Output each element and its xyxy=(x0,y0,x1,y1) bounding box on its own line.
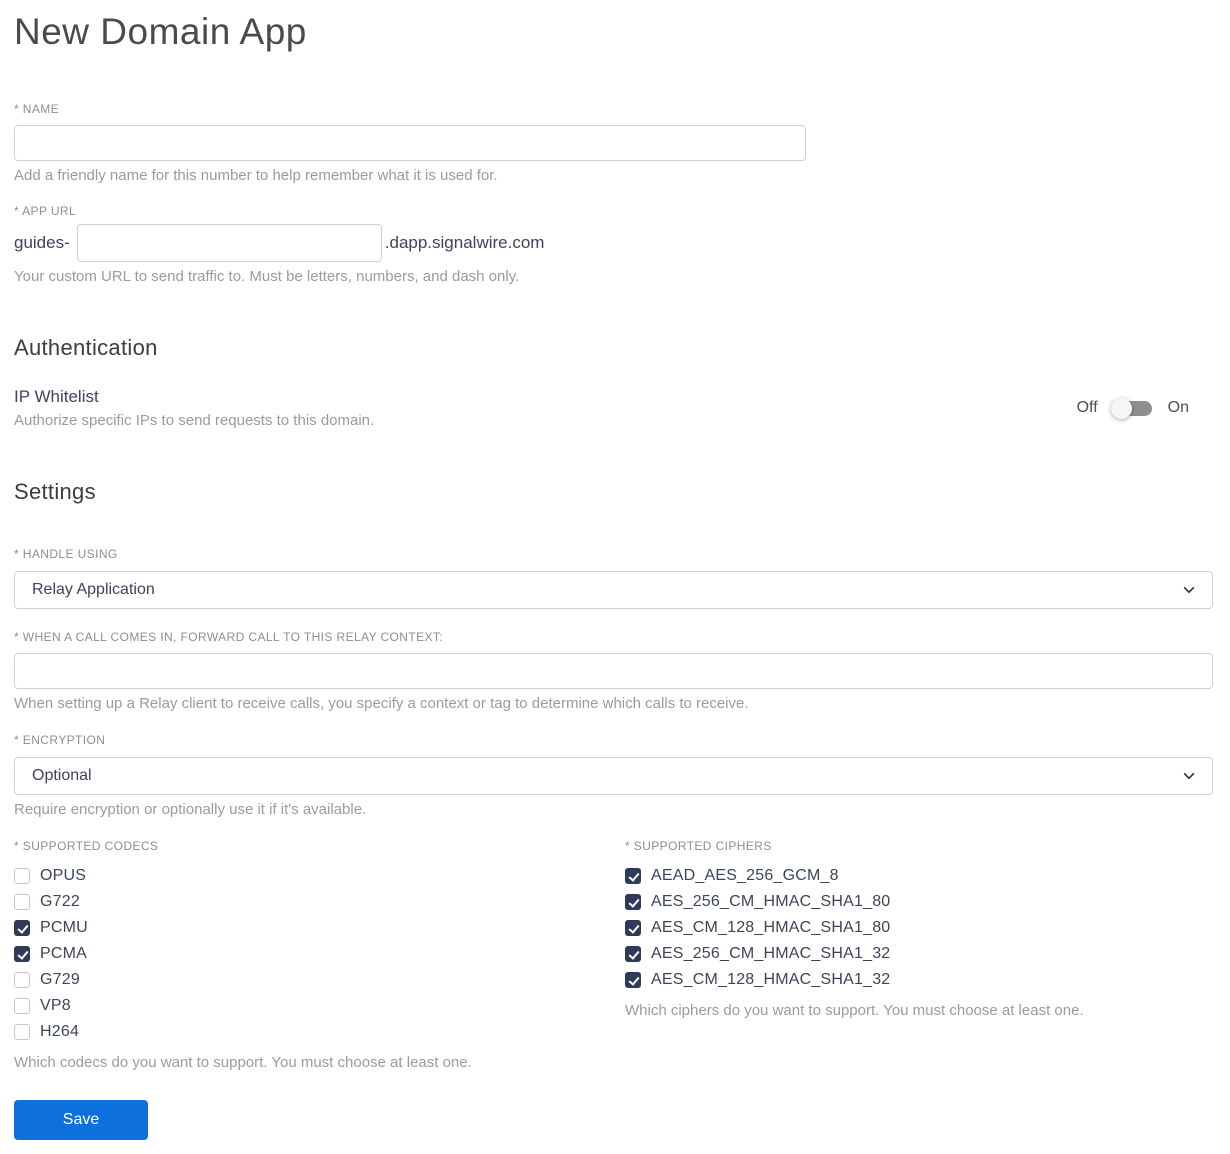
toggle-off-label: Off xyxy=(1076,399,1098,417)
supported-codecs-label: * SUPPORTED CODECS xyxy=(14,839,159,854)
save-row: Save xyxy=(14,1100,1213,1141)
encryption-select[interactable]: Optional xyxy=(14,757,1213,796)
checkbox-label: AES_CM_128_HMAC_SHA1_80 xyxy=(651,919,891,937)
encryption-helper: Require encryption or optionally use it … xyxy=(14,801,367,819)
encryption-group: * ENCRYPTION Optional Require encryption… xyxy=(14,733,1213,818)
supported-codecs-helper: Which codecs do you want to support. You… xyxy=(14,1054,472,1072)
ip-whitelist-row: IP Whitelist Authorize specific IPs to s… xyxy=(14,387,1213,429)
relay-context-group: * WHEN A CALL COMES IN, FORWARD CALL TO … xyxy=(14,630,1213,712)
checkbox-icon xyxy=(14,894,30,911)
chevron-down-icon xyxy=(1183,587,1195,594)
checkbox-label: PCMA xyxy=(40,945,88,963)
toggle-on-label: On xyxy=(1167,399,1189,417)
codec-cipher-columns: * SUPPORTED CODECS OPUS G722 PCMU PCMA G… xyxy=(14,839,1213,1071)
encryption-value: Optional xyxy=(32,767,92,785)
checkbox-icon xyxy=(625,920,641,937)
app-url-helper: Your custom URL to send traffic to. Must… xyxy=(14,268,520,286)
authentication-heading: Authentication xyxy=(14,335,158,361)
codec-list: OPUS G722 PCMU PCMA G729 VP8 H264 xyxy=(14,863,625,1045)
codec-option-opus[interactable]: OPUS xyxy=(14,863,625,889)
app-url-field-group: * APP URL guides- .dapp.signalwire.com Y… xyxy=(14,204,1213,285)
name-label: * NAME xyxy=(14,102,60,117)
page-title: New Domain App xyxy=(14,11,307,52)
supported-ciphers-label: * SUPPORTED CIPHERS xyxy=(625,839,772,854)
checkbox-label: AES_CM_128_HMAC_SHA1_32 xyxy=(651,971,891,989)
checkbox-icon xyxy=(14,946,30,963)
handle-using-group: * HANDLE USING Relay Application xyxy=(14,547,1213,610)
app-url-row: guides- .dapp.signalwire.com xyxy=(14,224,1213,263)
handle-using-label: * HANDLE USING xyxy=(14,547,118,562)
cipher-option-aes_cm_128_hmac_sha1_32[interactable]: AES_CM_128_HMAC_SHA1_32 xyxy=(625,967,1213,993)
checkbox-label: G729 xyxy=(40,971,80,989)
cipher-list: AEAD_AES_256_GCM_8 AES_256_CM_HMAC_SHA1_… xyxy=(625,863,1213,993)
name-input[interactable] xyxy=(14,125,806,162)
checkbox-icon xyxy=(625,868,641,885)
supported-ciphers-helper: Which ciphers do you want to support. Yo… xyxy=(625,1002,1084,1020)
handle-using-select[interactable]: Relay Application xyxy=(14,571,1213,610)
name-helper: Add a friendly name for this number to h… xyxy=(14,167,498,185)
checkbox-label: H264 xyxy=(40,1023,80,1041)
relay-context-label: * WHEN A CALL COMES IN, FORWARD CALL TO … xyxy=(14,630,444,645)
supported-codecs-group: * SUPPORTED CODECS OPUS G722 PCMU PCMA G… xyxy=(14,839,625,1071)
codec-option-pcmu[interactable]: PCMU xyxy=(14,915,625,941)
codec-option-vp8[interactable]: VP8 xyxy=(14,993,625,1019)
codec-option-pcma[interactable]: PCMA xyxy=(14,941,625,967)
checkbox-icon xyxy=(14,998,30,1015)
checkbox-icon xyxy=(14,868,30,885)
relay-context-helper: When setting up a Relay client to receiv… xyxy=(14,695,749,713)
chevron-down-icon xyxy=(1183,773,1195,780)
name-field-group: * NAME Add a friendly name for this numb… xyxy=(14,102,1213,184)
ip-whitelist-helper: Authorize specific IPs to send requests … xyxy=(14,412,375,430)
checkbox-label: G722 xyxy=(40,893,80,911)
settings-heading: Settings xyxy=(14,479,96,505)
ip-whitelist-toggle-group: Off On xyxy=(1076,398,1189,420)
relay-context-input[interactable] xyxy=(14,653,1213,690)
app-url-input[interactable] xyxy=(76,224,382,263)
checkbox-icon xyxy=(14,1024,30,1041)
app-url-label: * APP URL xyxy=(14,204,77,219)
new-domain-app-page: New Domain App * NAME Add a friendly nam… xyxy=(0,0,1230,1154)
codec-option-h264[interactable]: H264 xyxy=(14,1019,625,1045)
save-button[interactable]: Save xyxy=(14,1100,148,1141)
checkbox-label: AEAD_AES_256_GCM_8 xyxy=(651,867,839,885)
codec-option-g729[interactable]: G729 xyxy=(14,967,625,993)
cipher-option-aes_cm_128_hmac_sha1_80[interactable]: AES_CM_128_HMAC_SHA1_80 xyxy=(625,915,1213,941)
ip-whitelist-label: IP Whitelist xyxy=(14,387,99,407)
checkbox-label: OPUS xyxy=(40,867,87,885)
cipher-option-aes_256_cm_hmac_sha1_32[interactable]: AES_256_CM_HMAC_SHA1_32 xyxy=(625,941,1213,967)
cipher-option-aead_aes_256_gcm_8[interactable]: AEAD_AES_256_GCM_8 xyxy=(625,863,1213,889)
checkbox-label: AES_256_CM_HMAC_SHA1_32 xyxy=(651,945,891,963)
checkbox-icon xyxy=(625,946,641,963)
checkbox-label: AES_256_CM_HMAC_SHA1_80 xyxy=(651,893,891,911)
checkbox-label: VP8 xyxy=(40,997,71,1015)
app-url-prefix: guides- xyxy=(14,233,70,253)
checkbox-icon xyxy=(14,920,30,937)
codec-option-g722[interactable]: G722 xyxy=(14,889,625,915)
checkbox-icon xyxy=(625,894,641,911)
ip-whitelist-toggle[interactable] xyxy=(1110,398,1153,420)
toggle-knob-icon xyxy=(1110,398,1132,420)
encryption-label: * ENCRYPTION xyxy=(14,733,106,748)
checkbox-icon xyxy=(14,972,30,989)
supported-ciphers-group: * SUPPORTED CIPHERS AEAD_AES_256_GCM_8 A… xyxy=(625,839,1213,1071)
cipher-option-aes_256_cm_hmac_sha1_80[interactable]: AES_256_CM_HMAC_SHA1_80 xyxy=(625,889,1213,915)
app-url-suffix: .dapp.signalwire.com xyxy=(384,233,545,253)
checkbox-label: PCMU xyxy=(40,919,88,937)
checkbox-icon xyxy=(625,972,641,989)
ip-whitelist-text: IP Whitelist Authorize specific IPs to s… xyxy=(14,387,374,429)
handle-using-value: Relay Application xyxy=(32,581,155,599)
